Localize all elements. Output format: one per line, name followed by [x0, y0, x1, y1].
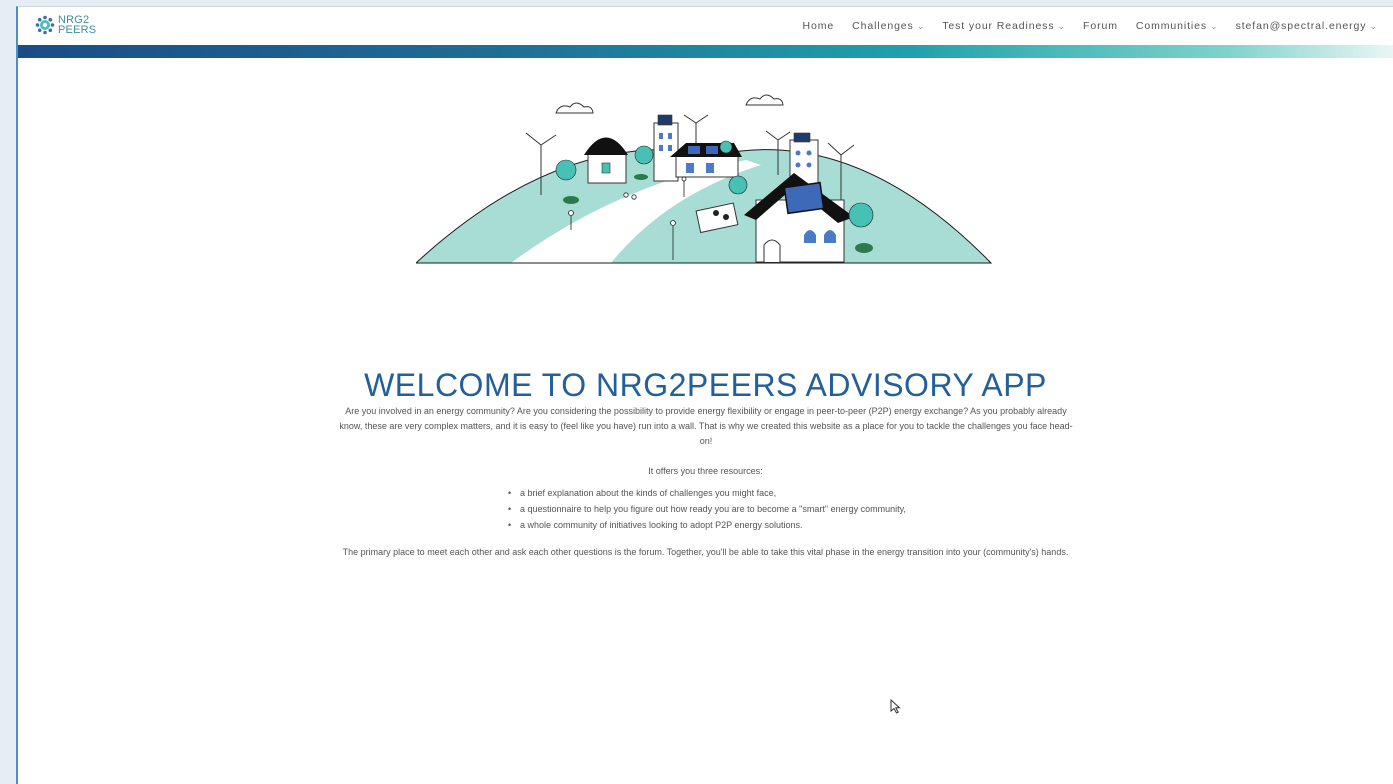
mouse-cursor-icon [890, 699, 901, 714]
resource-challenges-text: a brief explanation about the kinds of c… [520, 488, 777, 498]
energy-community-illustration [416, 94, 993, 264]
nav-challenges[interactable]: Challenges ⌄ [852, 20, 924, 32]
main-nav: Home Challenges ⌄ Test your Readiness ⌄ Fo… [803, 20, 1377, 32]
nrg2peers-logo[interactable]: NRG2 PEERS [35, 15, 97, 36]
chevron-down-icon: ⌄ [1057, 21, 1066, 31]
logo-text: NRG2 PEERS [58, 15, 97, 36]
nav-communities-label: Communities [1135, 20, 1208, 32]
nav-home-label: Home [802, 20, 835, 32]
chevron-down-icon: ⌄ [916, 21, 925, 31]
resource-community-text: a whole community of initiatives looking… [520, 520, 803, 530]
nav-forum[interactable]: Forum [1083, 20, 1118, 32]
resources-heading: It offers you three resources: [648, 466, 763, 476]
logo-line-2: PEERS [58, 24, 97, 36]
list-item: a brief explanation about the kinds of c… [508, 485, 906, 501]
resource-questionnaire-text: a questionnaire to help you figure out h… [520, 504, 906, 514]
nav-communities[interactable]: Communities ⌄ [1136, 20, 1218, 32]
nav-test-your-readiness-label: Test your Readiness [942, 20, 1055, 32]
browser-page: NRG2 PEERS Home Challenges ⌄ Test your Re… [16, 6, 1393, 784]
list-item: a questionnaire to help you figure out h… [508, 501, 906, 517]
chevron-down-icon: ⌄ [1210, 21, 1218, 31]
chevron-down-icon: ⌄ [1369, 21, 1377, 31]
header-gradient-banner [18, 45, 1393, 58]
nav-user-account-label: stefan@spectral.energy [1235, 20, 1367, 32]
page-title: WELCOME TO NRG2PEERS ADVISORY APP [364, 367, 1047, 403]
logo-gear-icon [35, 15, 55, 35]
intro-paragraph: Are you involved in an energy community?… [339, 406, 1073, 446]
nav-home[interactable]: Home [803, 20, 835, 32]
nav-user-account[interactable]: stefan@spectral.energy ⌄ [1236, 20, 1377, 32]
nav-test-your-readiness[interactable]: Test your Readiness ⌄ [942, 20, 1065, 32]
closing-paragraph: The primary place to meet each other and… [342, 547, 1069, 557]
list-item: a whole community of initiatives looking… [508, 517, 906, 533]
top-navigation-bar: NRG2 PEERS Home Challenges ⌄ Test your Re… [18, 7, 1393, 45]
nav-challenges-label: Challenges [852, 20, 914, 32]
nav-forum-label: Forum [1083, 20, 1118, 32]
resources-list: a brief explanation about the kinds of c… [508, 485, 906, 533]
